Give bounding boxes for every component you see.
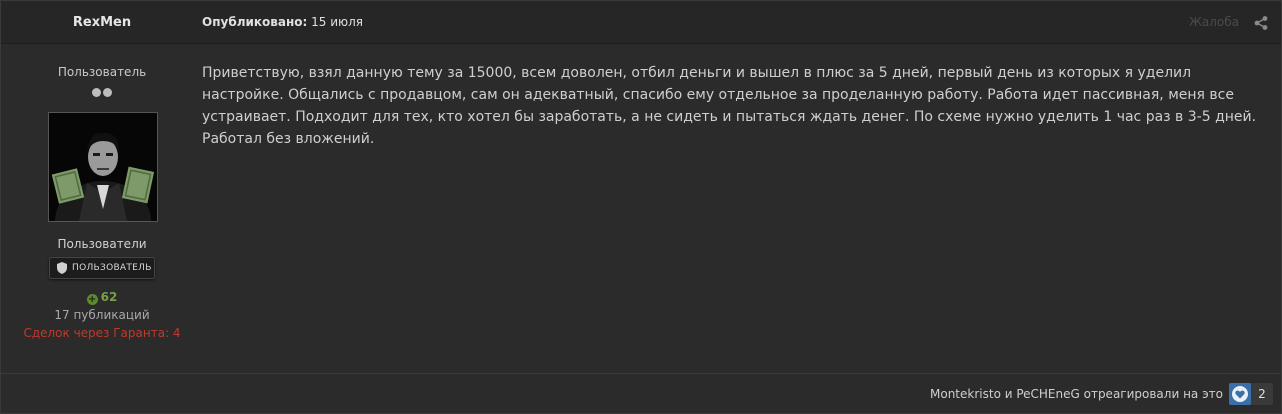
date-label: Опубликовано: — [202, 15, 308, 29]
author-panel: Пользователь Пользователи ПОЛЬЗОВАТЕЛЬ +… — [1, 45, 203, 373]
rank-pip — [103, 88, 112, 97]
escrow-deals: Сделок через Гаранта: 4 — [23, 326, 181, 340]
reactions-summary[interactable]: Montekristo и PeCHEneG отреагировали на … — [930, 374, 1223, 414]
reaction-count: 2 — [1258, 387, 1266, 401]
post-content: Приветствую, взял данную тему за 15000, … — [202, 65, 1257, 147]
author-name-link[interactable]: RexMen — [1, 1, 203, 44]
group-name: Пользователи — [57, 237, 147, 251]
avatar-image — [49, 113, 157, 221]
reaction-heart — [1229, 383, 1251, 405]
rank-pip — [92, 88, 101, 97]
reaction-button[interactable]: 2 — [1229, 383, 1273, 405]
shield-icon — [57, 262, 67, 274]
group-badge: ПОЛЬЗОВАТЕЛЬ — [49, 257, 155, 279]
date-value[interactable]: 15 июля — [311, 15, 363, 29]
report-link[interactable]: Жалоба — [1189, 1, 1239, 44]
rank-pips — [92, 86, 114, 97]
avatar[interactable] — [48, 112, 158, 222]
post-date: Опубликовано: 15 июля — [202, 1, 363, 44]
plus-icon: + — [86, 294, 98, 305]
group-badge-label: ПОЛЬЗОВАТЕЛЬ — [72, 263, 152, 273]
post-count: 17 публикаций — [54, 308, 150, 322]
post-header: RexMen Опубликовано: 15 июля Жалоба — [1, 1, 1281, 44]
reputation: +62 — [1, 290, 203, 305]
reputation-value: 62 — [100, 290, 118, 304]
share-icon[interactable] — [1253, 15, 1269, 31]
forum-post: RexMen Опубликовано: 15 июля Жалоба Поль… — [0, 0, 1282, 414]
post-footer: Montekristo и PeCHEneG отреагировали на … — [1, 373, 1281, 413]
heart-icon — [1232, 386, 1248, 402]
user-title: Пользователь — [57, 65, 147, 79]
